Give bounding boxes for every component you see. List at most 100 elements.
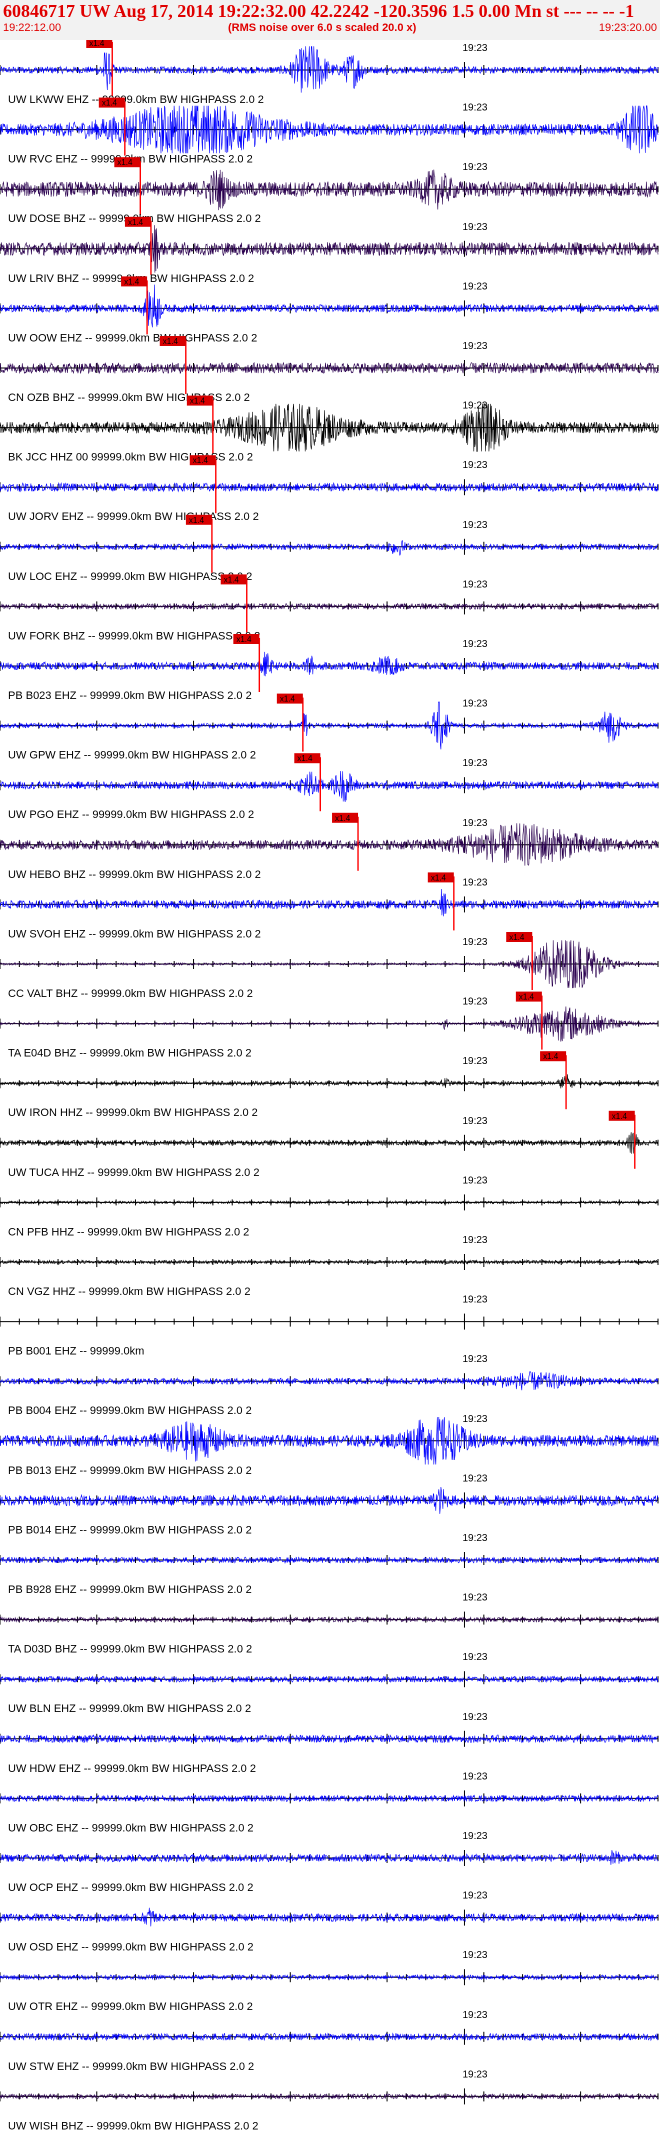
station-label: PB B013 EHZ -- 99999.0km BW HIGHPASS 2.0… [8, 1465, 252, 1477]
waveform [0, 1907, 659, 1927]
trace-row: 19:23 UW OTR EHZ -- 99999.0km BW HIGHPASS… [0, 1950, 659, 2013]
minute-label: 19:23 [462, 937, 487, 948]
pick-label: x1.4 [102, 99, 118, 108]
trace-row: 19:23 UW HDW EHZ -- 99999.0km BW HIGHPASS… [0, 1712, 659, 1775]
trace-row: 19:23 PB B928 EHZ -- 99999.0km BW HIGHPAS… [0, 1533, 659, 1596]
station-label: UW PGO EHZ -- 99999.0km BW HIGHPASS 2.0 … [8, 809, 254, 821]
station-label: UW BLN EHZ -- 99999.0km BW HIGHPASS 2.0 … [8, 1703, 251, 1715]
waveform [0, 105, 659, 154]
trace-row: 19:23 UW OSD EHZ -- 99999.0km BW HIGHPASS… [0, 1891, 659, 1954]
station-label: PB B001 EHZ -- 99999.0km [8, 1346, 144, 1358]
minute-label: 19:23 [462, 579, 487, 590]
station-label: UW SVOH EHZ -- 99999.0km BW HIGHPASS 2.0… [8, 928, 261, 940]
trace-row: 19:23x1.4UW LKWW EHZ -- 99999.0km BW HIG… [0, 40, 659, 106]
station-label: UW OOW EHZ -- 99999.0km BW HIGHPASS 2.0 … [8, 332, 257, 344]
minute-label: 19:23 [462, 758, 487, 769]
trace-row: 19:23x1.4UW LRIV BHZ -- 99999.0km BW HIG… [0, 216, 659, 285]
trace-row: 19:23x1.4UW RVC EHZ -- 99999.0km BW HIGH… [0, 97, 659, 166]
trace-row: 19:23 CN VGZ HHZ -- 99999.0km BW HIGHPASS… [0, 1235, 659, 1298]
station-label: UW LOC EHZ -- 99999.0km BW HIGHPASS 2.0 … [8, 571, 252, 583]
pick-label: x1.4 [189, 516, 205, 525]
waveform [0, 701, 659, 750]
minute-label: 19:23 [462, 877, 487, 888]
minute-label: 19:23 [462, 222, 487, 233]
trace-row: 19:23 x1.4 UW HEBO BHZ -- 99999.0km BW HIG… [0, 812, 659, 881]
trace-row: 19:23x1.4UW DOSE BHZ -- 99999.0km BW HIG… [0, 157, 659, 225]
pick-label: x1.4 [163, 337, 179, 346]
trace-row: 19:23 PB B014 EHZ -- 99999.0km BW HIGHPAS… [0, 1473, 659, 1536]
minute-label: 19:23 [462, 1056, 487, 1067]
waveform [0, 888, 659, 917]
pick-label: x1.4 [431, 873, 447, 882]
pick-label: x1.4 [543, 1052, 559, 1061]
minute-label: 19:23 [462, 1354, 487, 1365]
minute-label: 19:23 [462, 997, 487, 1008]
station-label: TA D03D BHZ -- 99999.0km BW HIGHPASS 2.0… [8, 1644, 252, 1656]
trace-row: 19:23 UW WISH BHZ -- 99999.0km BW HIGHPAS… [0, 2069, 659, 2132]
trace-row: 19:23x1.4BK JCC HHZ 00 99999.0km BW HIGH… [0, 395, 659, 464]
trace-row: 19:23 PB B013 EHZ -- 99999.0km BW HIGHPAS… [0, 1414, 659, 1477]
minute-label: 19:23 [462, 1414, 487, 1425]
station-label: PB B014 EHZ -- 99999.0km BW HIGHPASS 2.0… [8, 1524, 252, 1536]
pick-label: x1.4 [335, 814, 351, 823]
pick-label: x1.4 [128, 218, 144, 227]
station-label: CC VALT BHZ -- 99999.0km BW HIGHPASS 2.0… [8, 988, 253, 1000]
station-label: PB B023 EHZ -- 99999.0km BW HIGHPASS 2.0… [8, 690, 252, 702]
minute-label: 19:23 [462, 162, 487, 173]
pick-label: x1.4 [190, 397, 206, 406]
minute-label: 19:23 [462, 1235, 487, 1246]
minute-label: 19:23 [462, 43, 487, 54]
station-label: CN PFB HHZ -- 99999.0km BW HIGHPASS 2.0 … [8, 1226, 249, 1238]
event-title: 60846717 UW Aug 17, 2014 19:22:32.00 42.… [3, 1, 635, 21]
waveform [0, 225, 659, 273]
station-label: CN VGZ HHZ -- 99999.0km BW HIGHPASS 2.0 … [8, 1286, 250, 1298]
minute-label: 19:23 [462, 1771, 487, 1782]
minute-label: 19:23 [462, 818, 487, 829]
trace-row: 19:23 UW OBC EHZ -- 99999.0km BW HIGHPASS… [0, 1771, 659, 1834]
station-label: UW OSD EHZ -- 99999.0km BW HIGHPASS 2.0 … [8, 1942, 254, 1954]
station-label: UW STW EHZ -- 99999.0km BW HIGHPASS 2.0 … [8, 2061, 254, 2073]
waveform [0, 361, 659, 375]
station-label: UW FORK BHZ -- 99999.0km BW HIGHPASS 2.0… [8, 630, 260, 642]
trace-row: 19:23 x1.4UW OOW EHZ -- 99999.0km BW HIGH… [0, 276, 659, 344]
trace-row: 19:23x1.4UW LOC EHZ -- 99999.0km BW HIGH… [0, 514, 659, 583]
trace-row: 19:23x1.4CN OZB BHZ -- 99999.0km BW HIGH… [0, 336, 659, 404]
station-label: UW IRON HHZ -- 99999.0km BW HIGHPASS 2.0… [8, 1107, 258, 1119]
trace-row: 19:23 UW OCP EHZ -- 99999.0km BW HIGHPASS… [0, 1831, 659, 1894]
minute-label: 19:23 [462, 1712, 487, 1723]
minute-label: 19:23 [462, 2069, 487, 2080]
trace-row: 19:23 CN PFB HHZ -- 99999.0km BW HIGHPASS… [0, 1175, 659, 1238]
station-label: UW HEBO BHZ -- 99999.0km BW HIGHPASS 2.0… [8, 869, 261, 881]
pick-label: x1.4 [519, 993, 535, 1002]
pick-label: x1.4 [236, 635, 252, 644]
rms-noise-subtitle: (RMS noise over 6.0 s scaled 20.0 x) [228, 22, 417, 34]
minute-label: 19:23 [462, 2010, 487, 2021]
station-label: UW JORV EHZ -- 99999.0km BW HIGHPASS 2.0… [8, 511, 259, 523]
trace-row: 19:23 x1.4 CC VALT BHZ -- 99999.0km BW HIG… [0, 932, 659, 1000]
minute-label: 19:23 [462, 1473, 487, 1484]
station-label: PB B004 EHZ -- 99999.0km BW HIGHPASS 2.0… [8, 1405, 252, 1417]
station-label: UW OCP EHZ -- 99999.0km BW HIGHPASS 2.0 … [8, 1882, 253, 1894]
station-label: PB B928 EHZ -- 99999.0km BW HIGHPASS 2.0… [8, 1584, 252, 1596]
minute-label: 19:23 [462, 1831, 487, 1842]
seismogram-plot: 19:23x1.4UW LKWW EHZ -- 99999.0km BW HIG… [0, 40, 659, 2132]
pick-label: x1.4 [89, 40, 105, 48]
start-time-label: 19:22:12.00 [3, 22, 62, 34]
minute-label: 19:23 [462, 1175, 487, 1186]
minute-label: 19:23 [462, 1533, 487, 1544]
station-label: UW TUCA HHZ -- 99999.0km BW HIGHPASS 2.0… [8, 1167, 259, 1179]
minute-label: 19:23 [462, 281, 487, 292]
pick-label: x1.4 [224, 575, 240, 584]
trace-row: 19:23 x1.4 UW IRON HHZ -- 99999.0km BW HIG… [0, 1051, 659, 1119]
minute-label: 19:23 [462, 1652, 487, 1663]
pick-label: x1.4 [509, 933, 525, 942]
trace-row: 19:23 x1.4 UW TUCA HHZ -- 99999.0km BW HIG… [0, 1110, 659, 1179]
minute-label: 19:23 [462, 639, 487, 650]
trace-row: 19:23 UW STW EHZ -- 99999.0km BW HIGHPASS… [0, 2010, 659, 2073]
pick-label: x1.4 [297, 754, 313, 763]
station-label: CN OZB BHZ -- 99999.0km BW HIGHPASS 2.0 … [8, 392, 250, 404]
end-time-label: 19:23:20.00 [598, 22, 657, 34]
trace-row: 19:23 UW BLN EHZ -- 99999.0km BW HIGHPASS… [0, 1652, 659, 1715]
trace-row: 19:23 x1.4 PB B023 EHZ -- 99999.0km BW HIG… [0, 634, 659, 702]
trace-row: 19:23 x1.4 UW GPW EHZ -- 99999.0km BW HIGH… [0, 693, 659, 762]
